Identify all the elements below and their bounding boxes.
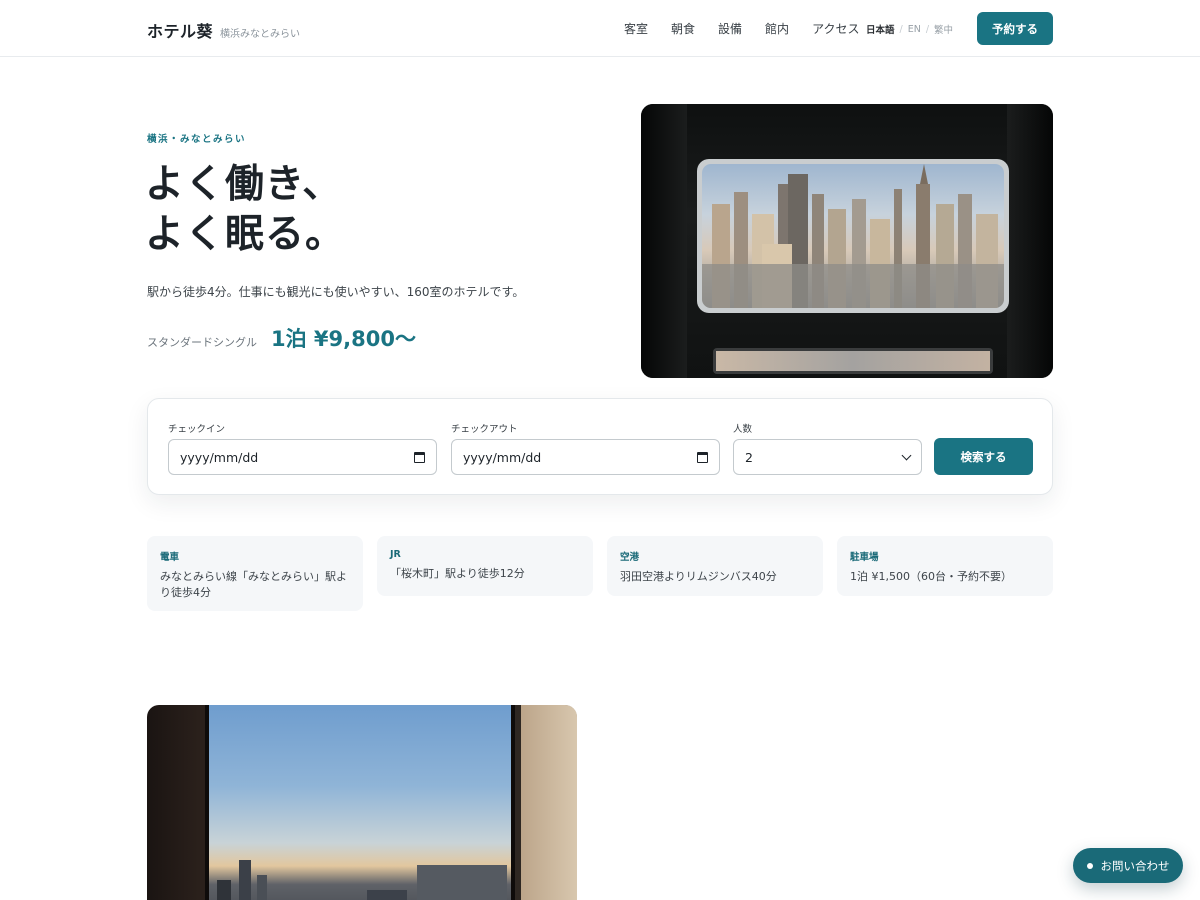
access-card-parking: 駐車場 1泊 ¥1,500（60台・予約不要） bbox=[837, 536, 1053, 596]
access-title: 電車 bbox=[160, 552, 180, 563]
lang-japanese[interactable]: 日本語 bbox=[866, 22, 895, 36]
status-dot-icon bbox=[1086, 862, 1093, 869]
hero-eyebrow: 横浜・みなとみらい bbox=[147, 134, 247, 145]
booking-search-bar: チェックイン yyyy/mm/dd チェックアウト yyyy/mm/dd 人数 … bbox=[147, 398, 1053, 495]
checkin-date-input[interactable]: yyyy/mm/dd bbox=[168, 439, 437, 475]
lower-window-frame bbox=[713, 348, 993, 374]
chevron-down-icon bbox=[901, 450, 912, 460]
contact-button[interactable]: お問い合わせ bbox=[1073, 848, 1183, 883]
nav-facilities[interactable]: 設備 bbox=[718, 20, 742, 37]
window-frame bbox=[697, 159, 1009, 313]
price-label: スタンダードシングル bbox=[147, 336, 257, 349]
access-card-train: 電車 みなとみらい線「みなとみらい」駅より徒歩4分 bbox=[147, 536, 363, 611]
price-row: スタンダードシングル 1泊 ¥9,800〜 bbox=[147, 323, 416, 353]
headline-line-2: よく眠る。 bbox=[145, 212, 346, 257]
brand-name[interactable]: ホテル葵 bbox=[147, 18, 213, 42]
headline-line-1: よく働き、 bbox=[145, 162, 343, 207]
access-card-jr: JR 「桜木町」駅より徒歩12分 bbox=[377, 536, 593, 596]
access-body: 「桜木町」駅より徒歩12分 bbox=[390, 567, 525, 580]
calendar-icon[interactable] bbox=[697, 451, 708, 463]
lower-window-view bbox=[716, 351, 990, 371]
city-skyline bbox=[702, 164, 1004, 308]
checkout-label: チェックアウト bbox=[451, 424, 518, 435]
access-title: JR bbox=[390, 549, 401, 560]
curtain-left bbox=[641, 104, 687, 378]
room-skyline bbox=[207, 840, 513, 900]
guests-label: 人数 bbox=[733, 424, 753, 435]
nav-hotel-guide[interactable]: 館内 bbox=[765, 20, 789, 37]
room-wall bbox=[521, 705, 577, 900]
hero-headline: よく働き、 よく眠る。 bbox=[145, 160, 345, 260]
access-title: 駐車場 bbox=[850, 552, 879, 563]
access-body: 1泊 ¥1,500（60台・予約不要） bbox=[850, 570, 1012, 583]
hero-window-photo bbox=[641, 104, 1053, 378]
room-view-photo bbox=[147, 705, 577, 900]
guests-value: 2 bbox=[745, 449, 753, 465]
search-button[interactable]: 検索する bbox=[934, 438, 1033, 475]
guests-select[interactable]: 2 bbox=[733, 439, 922, 475]
access-body: 羽田空港よりリムジンバス40分 bbox=[620, 570, 777, 583]
lang-traditional-chinese[interactable]: 繁中 bbox=[934, 22, 953, 36]
site-header: ホテル葵 横浜みなとみらい 客室 朝食 設備 館内 アクセス 日本語 / EN … bbox=[0, 0, 1200, 57]
lang-divider: / bbox=[899, 23, 903, 35]
checkout-value: yyyy/mm/dd bbox=[463, 449, 542, 465]
nav-breakfast[interactable]: 朝食 bbox=[671, 20, 695, 37]
checkout-date-input[interactable]: yyyy/mm/dd bbox=[451, 439, 720, 475]
nav-rooms[interactable]: 客室 bbox=[624, 20, 648, 37]
price-value: 1泊 ¥9,800〜 bbox=[271, 327, 416, 351]
brand[interactable]: ホテル葵 横浜みなとみらい bbox=[147, 18, 300, 42]
checkin-label: チェックイン bbox=[168, 424, 226, 435]
lang-english[interactable]: EN bbox=[908, 24, 921, 35]
reserve-button[interactable]: 予約する bbox=[977, 12, 1053, 45]
curtain-right bbox=[1007, 104, 1053, 378]
nav-access[interactable]: アクセス bbox=[812, 20, 859, 37]
language-switcher: 日本語 / EN / 繁中 bbox=[866, 22, 953, 37]
calendar-icon[interactable] bbox=[414, 451, 425, 463]
main-nav: 客室 朝食 設備 館内 アクセス bbox=[624, 20, 859, 37]
lang-divider: / bbox=[925, 23, 930, 35]
checkin-value: yyyy/mm/dd bbox=[180, 449, 259, 465]
brand-subtitle: 横浜みなとみらい bbox=[220, 29, 301, 40]
city-view bbox=[702, 164, 1004, 308]
hero-lead: 駅から徒歩4分。仕事にも観光にも使いやすい、160室のホテルです。 bbox=[147, 285, 525, 299]
access-title: 空港 bbox=[620, 552, 640, 563]
access-body: みなとみらい線「みなとみらい」駅より徒歩4分 bbox=[160, 570, 347, 599]
contact-label: お問い合わせ bbox=[1100, 858, 1170, 873]
access-card-airport: 空港 羽田空港よりリムジンバス40分 bbox=[607, 536, 823, 596]
